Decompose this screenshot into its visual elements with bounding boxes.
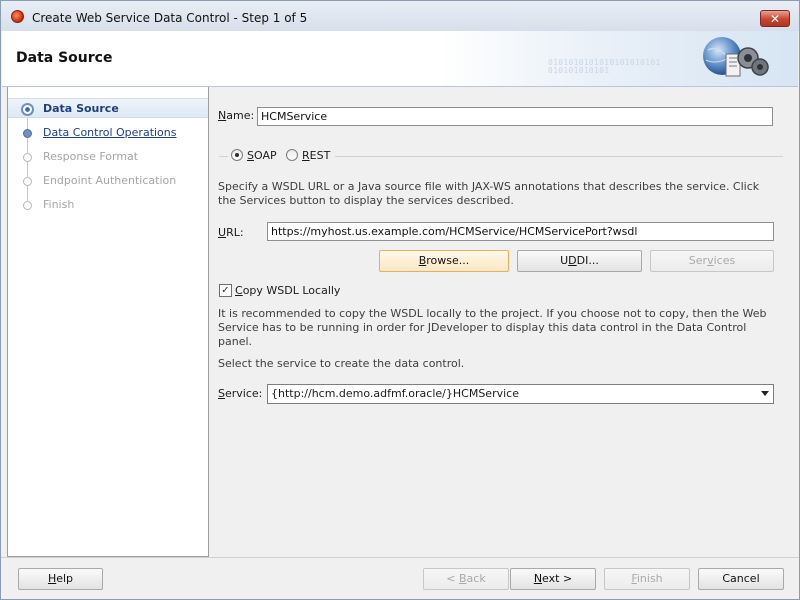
window-title: Create Web Service Data Control - Step 1… <box>32 11 308 25</box>
copy-help-text: It is recommended to copy the WSDL local… <box>218 307 767 348</box>
page-title: Data Source <box>16 50 113 66</box>
step-endpoint-authentication: Endpoint Authentication <box>8 171 208 191</box>
uddi-button[interactable]: UDDI... <box>517 250 642 272</box>
help-button[interactable]: Help <box>18 568 103 590</box>
rest-label[interactable]: REST <box>302 149 330 162</box>
copy-wsdl-checkbox[interactable]: ✓ <box>219 284 232 297</box>
browse-button[interactable]: Browse... <box>379 250 509 272</box>
step-label[interactable]: Data Control Operations <box>43 126 177 139</box>
binary-decoration: 0101010101010101010101 010101010101 <box>548 58 661 75</box>
step-label: Finish <box>43 198 75 211</box>
step-data-source[interactable]: Data Source <box>8 98 208 118</box>
group-separator <box>219 156 228 157</box>
copy-wsdl-label[interactable]: Copy WSDL Locally <box>235 284 340 297</box>
step-label: Data Source <box>43 102 119 115</box>
name-field[interactable]: HCMService <box>257 107 773 126</box>
step-response-format: Response Format <box>8 147 208 167</box>
dialog-window: Create Web Service Data Control - Step 1… <box>0 0 800 600</box>
current-step-icon <box>21 103 34 116</box>
close-button[interactable]: ✕ <box>760 10 790 27</box>
step-label: Response Format <box>43 150 139 163</box>
step-marker-icon <box>23 153 32 162</box>
select-service-prompt: Select the service to create the data co… <box>218 357 465 370</box>
cancel-button[interactable]: Cancel <box>698 568 784 590</box>
next-button[interactable]: Next > <box>510 568 596 590</box>
step-marker-icon <box>23 201 32 210</box>
wsdl-help-text: Specify a WSDL URL or a Java source file… <box>218 180 760 207</box>
chevron-down-icon[interactable] <box>761 391 769 396</box>
name-label: Name: <box>218 109 255 122</box>
step-marker-icon <box>23 177 32 186</box>
web-service-globe-icon <box>703 37 769 77</box>
footer-separator <box>1 557 799 558</box>
title-bar[interactable]: Create Web Service Data Control - Step 1… <box>1 1 799 31</box>
step-marker-icon <box>23 129 32 138</box>
wizard-steps-panel: Data Source Data Control Operations Resp… <box>7 87 209 557</box>
services-button[interactable]: Services <box>650 250 774 272</box>
service-select[interactable]: {http://hcm.demo.adfmf.oracle/}HCMServic… <box>267 384 774 404</box>
wizard-header: Data Source 0101010101010101010101 01010… <box>2 31 798 87</box>
step-data-control-operations[interactable]: Data Control Operations <box>8 123 208 143</box>
back-button[interactable]: < Back <box>423 568 509 590</box>
step-finish: Finish <box>8 195 208 215</box>
url-field[interactable]: https://myhost.us.example.com/HCMService… <box>267 222 774 241</box>
finish-button[interactable]: Finish <box>604 568 690 590</box>
soap-radio[interactable] <box>231 149 243 161</box>
oracle-app-icon <box>11 10 24 23</box>
step-label: Endpoint Authentication <box>43 174 177 187</box>
rest-radio[interactable] <box>286 149 298 161</box>
service-label: Service: <box>218 387 263 400</box>
service-select-value: {http://hcm.demo.adfmf.oracle/}HCMServic… <box>271 387 519 400</box>
url-label: URL: <box>218 226 244 239</box>
soap-label[interactable]: SOAP <box>247 149 277 162</box>
group-separator <box>335 156 783 157</box>
